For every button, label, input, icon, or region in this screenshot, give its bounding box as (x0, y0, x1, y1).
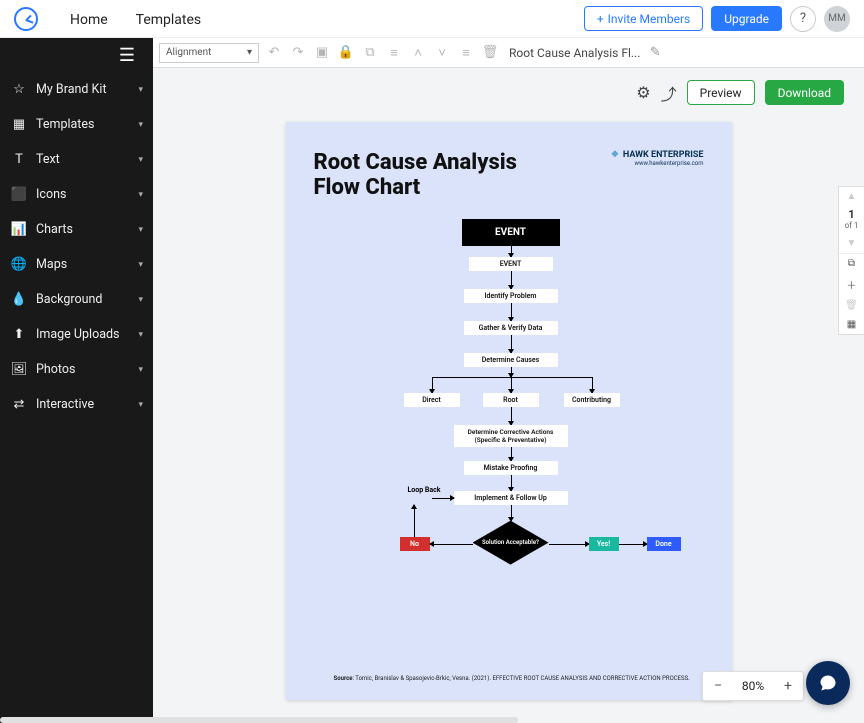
node-determine[interactable]: Determine Causes (464, 353, 558, 367)
upload-icon: ⬆ (10, 327, 28, 342)
node-decision[interactable]: Solution Acceptable? (473, 521, 549, 565)
icons-icon: ⬛ (10, 187, 28, 202)
zoom-out-button[interactable]: − (703, 678, 733, 694)
photos-icon: 🖼 (10, 362, 28, 377)
sidebar-item-interactive[interactable]: ⇄Interactive▾ (0, 387, 153, 422)
text-icon: T (10, 152, 28, 167)
chat-button[interactable] (806, 661, 850, 705)
user-avatar[interactable]: MM (824, 6, 850, 32)
delete-icon[interactable]: 🗑 (481, 44, 499, 62)
node-done[interactable]: Done (647, 537, 681, 551)
edit-title-icon[interactable]: ✎ (646, 44, 664, 62)
document-canvas[interactable]: Root Cause AnalysisFlow Chart ❖HAWK ENTE… (286, 122, 732, 700)
plus-icon: + (597, 12, 604, 26)
editor-toolbar: Alignment▾ ↶ ↷ ▣ 🔒 ⧉ ≡ ˄ ˅ ≡ 🗑 Root Caus… (153, 38, 864, 68)
sidebar-item-photos[interactable]: 🖼Photos▾ (0, 352, 153, 387)
node-contributing[interactable]: Contributing (564, 393, 620, 407)
sidebar-item-charts[interactable]: 📊Charts▾ (0, 212, 153, 247)
page-total: of 1 (839, 221, 864, 234)
star-icon: ☆ (10, 82, 28, 97)
canvas-scroll[interactable]: Root Cause AnalysisFlow Chart ❖HAWK ENTE… (153, 68, 864, 723)
sidebar-item-maps[interactable]: 🌐Maps▾ (0, 247, 153, 282)
horizontal-scrollbar[interactable] (0, 717, 518, 723)
delete-page-icon[interactable]: 🗑 (839, 296, 864, 315)
help-button[interactable]: ? (790, 6, 816, 32)
chevron-down-icon: ▾ (247, 47, 252, 58)
sidebar: ☰ ☆My Brand Kit▾ ▦Templates▾ TText▾ ⬛Ico… (0, 38, 153, 723)
sidebar-item-icons[interactable]: ⬛Icons▾ (0, 177, 153, 212)
layer-up-icon[interactable]: ˄ (409, 44, 427, 62)
grid-view-icon[interactable]: ▦ (839, 315, 864, 334)
settings-icon[interactable]: ⚙ (636, 83, 650, 102)
sidebar-item-brand-kit[interactable]: ☆My Brand Kit▾ (0, 72, 153, 107)
crop-icon[interactable]: ▣ (313, 44, 331, 62)
upgrade-button[interactable]: Upgrade (711, 6, 782, 31)
copy-page-icon[interactable]: ⧉ (839, 254, 864, 273)
logo[interactable] (14, 7, 38, 31)
interactive-icon: ⇄ (10, 397, 28, 412)
nav-templates[interactable]: Templates (136, 12, 202, 28)
node-root[interactable]: Root (483, 393, 539, 407)
node-event-main[interactable]: EVENT (462, 219, 560, 246)
chat-icon (818, 673, 838, 693)
page-current: 1 (839, 206, 864, 221)
node-corrective[interactable]: Determine Corrective Actions (Specific &… (454, 425, 568, 447)
charts-icon: 📊 (10, 222, 28, 237)
alignment-dropdown[interactable]: Alignment▾ (159, 43, 259, 63)
zoom-in-button[interactable]: + (773, 678, 803, 694)
sidebar-item-templates[interactable]: ▦Templates▾ (0, 107, 153, 142)
templates-icon: ▦ (10, 117, 28, 132)
source-citation: Source: Tomic, Branislav & Spasojevic-Br… (334, 675, 690, 682)
document-title: Root Cause Analysis Fl... (509, 46, 640, 60)
brand-block: ❖HAWK ENTERPRISE www.hawkenterprise.com (611, 150, 704, 167)
background-icon: 💧 (10, 292, 28, 307)
flowchart: EVENT EVENT Identify Problem Gather & Ve… (314, 219, 704, 659)
node-implement[interactable]: Implement & Follow Up (454, 491, 568, 505)
top-bar: Home Templates + Invite Members Upgrade … (0, 0, 864, 38)
undo-icon[interactable]: ↶ (265, 44, 283, 62)
caret-icon: ▾ (138, 85, 143, 95)
node-mistake[interactable]: Mistake Proofing (464, 461, 558, 475)
sidebar-item-text[interactable]: TText▾ (0, 142, 153, 177)
layer-bottom-icon[interactable]: ≡ (457, 44, 475, 62)
node-identify[interactable]: Identify Problem (464, 289, 558, 303)
loop-back-label: Loop Back (408, 487, 441, 494)
copy-icon[interactable]: ⧉ (361, 44, 379, 62)
node-no[interactable]: No (400, 537, 430, 551)
download-button[interactable]: Download (765, 80, 844, 105)
lock-icon[interactable]: 🔒 (337, 44, 355, 62)
share-icon[interactable]: ⤴ (661, 81, 677, 105)
zoom-value: 80% (733, 679, 773, 693)
chart-title: Root Cause AnalysisFlow Chart (314, 150, 517, 201)
add-page-icon[interactable]: ＋ (839, 273, 864, 296)
node-gather[interactable]: Gather & Verify Data (464, 321, 558, 335)
nav-home[interactable]: Home (70, 12, 108, 28)
hamburger-icon[interactable]: ☰ (0, 38, 153, 72)
redo-icon[interactable]: ↷ (289, 44, 307, 62)
hawk-icon: ❖ (611, 150, 619, 160)
layer-top-icon[interactable]: ≡ (385, 44, 403, 62)
sidebar-item-uploads[interactable]: ⬆Image Uploads▾ (0, 317, 153, 352)
layer-down-icon[interactable]: ˅ (433, 44, 451, 62)
node-yes[interactable]: Yes! (589, 537, 619, 551)
page-navigator: ▲ 1 of 1 ▼ ⧉ ＋ 🗑 ▦ (838, 186, 864, 335)
invite-members-button[interactable]: + Invite Members (584, 6, 703, 31)
sidebar-item-background[interactable]: 💧Background▾ (0, 282, 153, 317)
canvas-area: Alignment▾ ↶ ↷ ▣ 🔒 ⧉ ≡ ˄ ˅ ≡ 🗑 Root Caus… (153, 38, 864, 723)
page-down-icon[interactable]: ▼ (839, 234, 864, 254)
maps-icon: 🌐 (10, 257, 28, 272)
zoom-control: − 80% + (702, 671, 804, 701)
preview-button[interactable]: Preview (687, 80, 755, 105)
action-bar: ⚙ ⤴ Preview Download (636, 80, 844, 105)
node-event[interactable]: EVENT (469, 257, 553, 271)
page-up-icon[interactable]: ▲ (839, 187, 864, 206)
node-direct[interactable]: Direct (404, 393, 460, 407)
